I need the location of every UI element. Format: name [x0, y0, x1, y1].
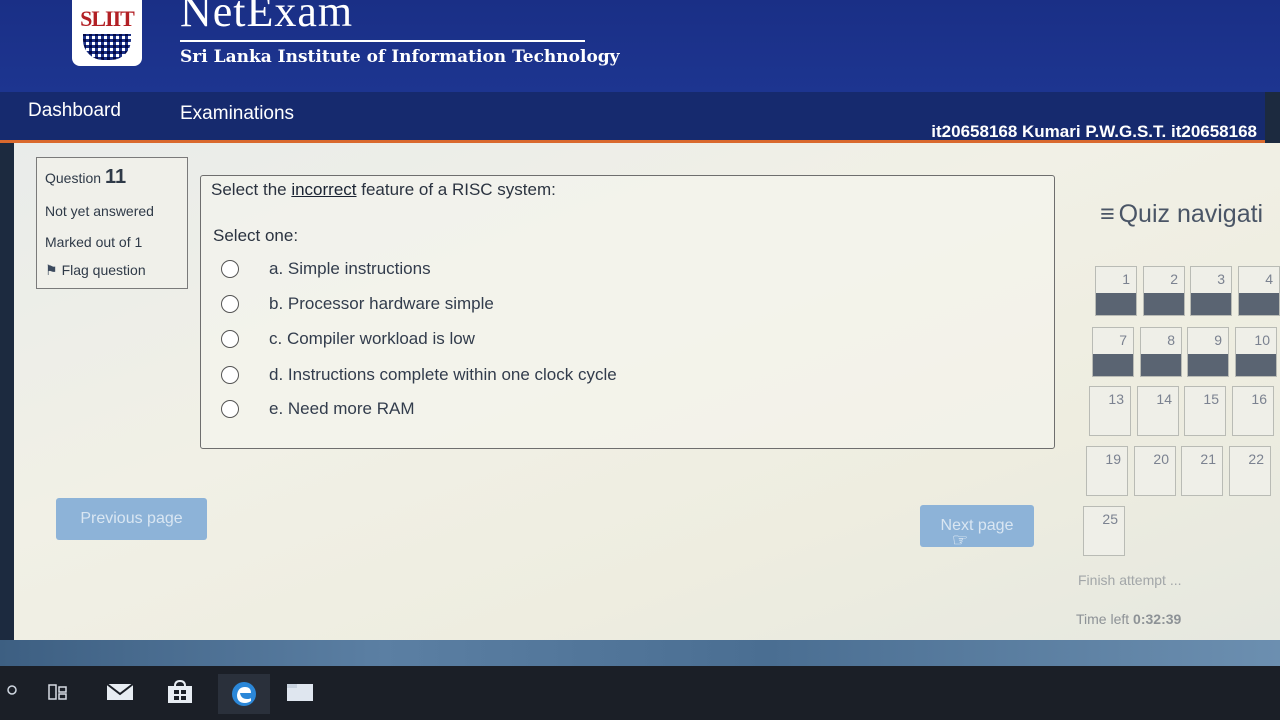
quiz-nav-question-22[interactable]: 22 [1229, 446, 1271, 496]
quiz-navigation-label: Quiz navigati [1118, 200, 1264, 228]
option-label: c. Compiler workload is low [269, 329, 475, 348]
hand-cursor-icon: ☞ [952, 530, 969, 550]
question-box: Select the incorrect feature of a RISC s… [200, 175, 1055, 449]
quiz-nav-number: 20 [1153, 451, 1169, 467]
nav-dashboard[interactable]: Dashboard [28, 100, 121, 122]
quiz-nav-number: 19 [1105, 451, 1121, 467]
quiz-nav-question-2[interactable]: 2 [1143, 266, 1185, 316]
file-explorer-icon[interactable] [286, 680, 314, 704]
menu-icon: ≡ [1100, 200, 1115, 228]
time-left: Time left 0:32:39 [1076, 611, 1181, 627]
question-marks: Marked out of 1 [45, 234, 143, 250]
quiz-nav-number: 3 [1217, 271, 1225, 287]
windows-taskbar [0, 666, 1280, 720]
radio-button[interactable] [221, 330, 239, 348]
select-one-prompt: Select one: [213, 226, 299, 245]
question-text-emphasis: incorrect [291, 180, 357, 199]
logo-crest-icon [83, 34, 131, 60]
quiz-nav-question-3[interactable]: 3 [1190, 266, 1232, 316]
quiz-nav-question-1[interactable]: 1 [1095, 266, 1137, 316]
task-view-icon[interactable] [44, 680, 72, 704]
quiz-nav-question-21[interactable]: 21 [1181, 446, 1223, 496]
quiz-nav-question-25[interactable]: 25 [1083, 506, 1125, 556]
quiz-nav-question-20[interactable]: 20 [1134, 446, 1176, 496]
quiz-nav-number: 15 [1203, 391, 1219, 407]
time-left-label: Time left [1076, 611, 1130, 627]
quiz-nav-question-13[interactable]: 13 [1089, 386, 1131, 436]
sliit-logo: SLIIT [72, 0, 142, 66]
brand-divider [180, 40, 585, 42]
radio-button[interactable] [221, 260, 239, 278]
question-text-start: Select the [211, 180, 292, 199]
quiz-nav-question-19[interactable]: 19 [1086, 446, 1128, 496]
answer-option-c[interactable]: c. Compiler workload is low [221, 326, 475, 352]
radio-button[interactable] [221, 366, 239, 384]
quiz-nav-number: 22 [1248, 451, 1264, 467]
quiz-nav-question-14[interactable]: 14 [1137, 386, 1179, 436]
quiz-nav-number: 21 [1200, 451, 1216, 467]
flag-question-label: Flag question [61, 262, 146, 278]
quiz-nav-question-7[interactable]: 7 [1092, 327, 1134, 377]
radio-button[interactable] [221, 400, 239, 418]
nav-examinations[interactable]: Examinations [180, 103, 294, 125]
quiz-nav-number: 1 [1122, 271, 1130, 287]
question-label: Question [45, 170, 102, 186]
quiz-nav-question-10[interactable]: 10 [1235, 327, 1277, 377]
radio-button[interactable] [221, 295, 239, 313]
desktop-background [0, 640, 1280, 666]
answer-option-a[interactable]: a. Simple instructions [221, 256, 431, 282]
quiz-nav-question-4[interactable]: 4 [1238, 266, 1280, 316]
next-page-button[interactable]: Next page [920, 505, 1034, 547]
question-number: Question 11 [45, 166, 126, 189]
quiz-nav-number: 2 [1170, 271, 1178, 287]
quiz-nav-question-9[interactable]: 9 [1187, 327, 1229, 377]
user-menu[interactable]: it20658168 Kumari P.W.G.S.T. it20658168 [931, 122, 1257, 142]
search-icon[interactable] [0, 680, 28, 704]
question-status: Not yet answered [45, 203, 154, 219]
finish-attempt-link[interactable]: Finish attempt ... [1078, 572, 1181, 588]
quiz-nav-question-8[interactable]: 8 [1140, 327, 1182, 377]
mail-icon[interactable] [106, 680, 134, 704]
flag-question-link[interactable]: ⚑ Flag question [45, 262, 146, 279]
answer-option-d[interactable]: d. Instructions complete within one cloc… [221, 362, 617, 388]
question-info-panel: Question 11 Not yet answered Marked out … [36, 157, 188, 289]
institute-name: Sri Lanka Institute of Information Techn… [180, 47, 620, 67]
quiz-nav-number: 8 [1167, 332, 1175, 348]
question-number-value: 11 [104, 166, 127, 188]
quiz-nav-number: 9 [1214, 332, 1222, 348]
site-header: SLIIT NetExam Sri Lanka Institute of Inf… [0, 0, 1280, 92]
option-label: e. Need more RAM [269, 399, 415, 418]
quiz-nav-question-16[interactable]: 16 [1232, 386, 1274, 436]
quiz-nav-number: 7 [1119, 332, 1127, 348]
option-label: a. Simple instructions [269, 259, 431, 278]
previous-page-button[interactable]: Previous page [56, 498, 207, 540]
quiz-nav-number: 4 [1265, 271, 1273, 287]
quiz-nav-number: 14 [1156, 391, 1172, 407]
quiz-nav-number: 13 [1108, 391, 1124, 407]
edge-icon[interactable] [218, 674, 270, 714]
option-label: d. Instructions complete within one cloc… [269, 365, 617, 384]
brand-name: NetExam [180, 0, 354, 36]
option-label: b. Processor hardware simple [269, 294, 494, 313]
top-navbar: Dashboard Examinations it20658168 Kumari… [0, 92, 1265, 143]
quiz-nav-question-15[interactable]: 15 [1184, 386, 1226, 436]
question-text: Select the incorrect feature of a RISC s… [211, 180, 556, 200]
quiz-nav-number: 10 [1254, 332, 1270, 348]
quiz-nav-number: 25 [1102, 511, 1118, 527]
quiz-navigation-title: ≡ Quiz navigati [1100, 200, 1263, 229]
store-icon[interactable] [166, 680, 194, 704]
time-left-value: 0:32:39 [1133, 611, 1182, 627]
question-text-end: feature of a RISC system: [356, 180, 556, 199]
quiz-nav-number: 16 [1251, 391, 1267, 407]
flag-icon: ⚑ [45, 262, 58, 278]
answer-option-e[interactable]: e. Need more RAM [221, 396, 415, 422]
answer-option-b[interactable]: b. Processor hardware simple [221, 291, 494, 317]
logo-text: SLIIT [80, 6, 135, 31]
